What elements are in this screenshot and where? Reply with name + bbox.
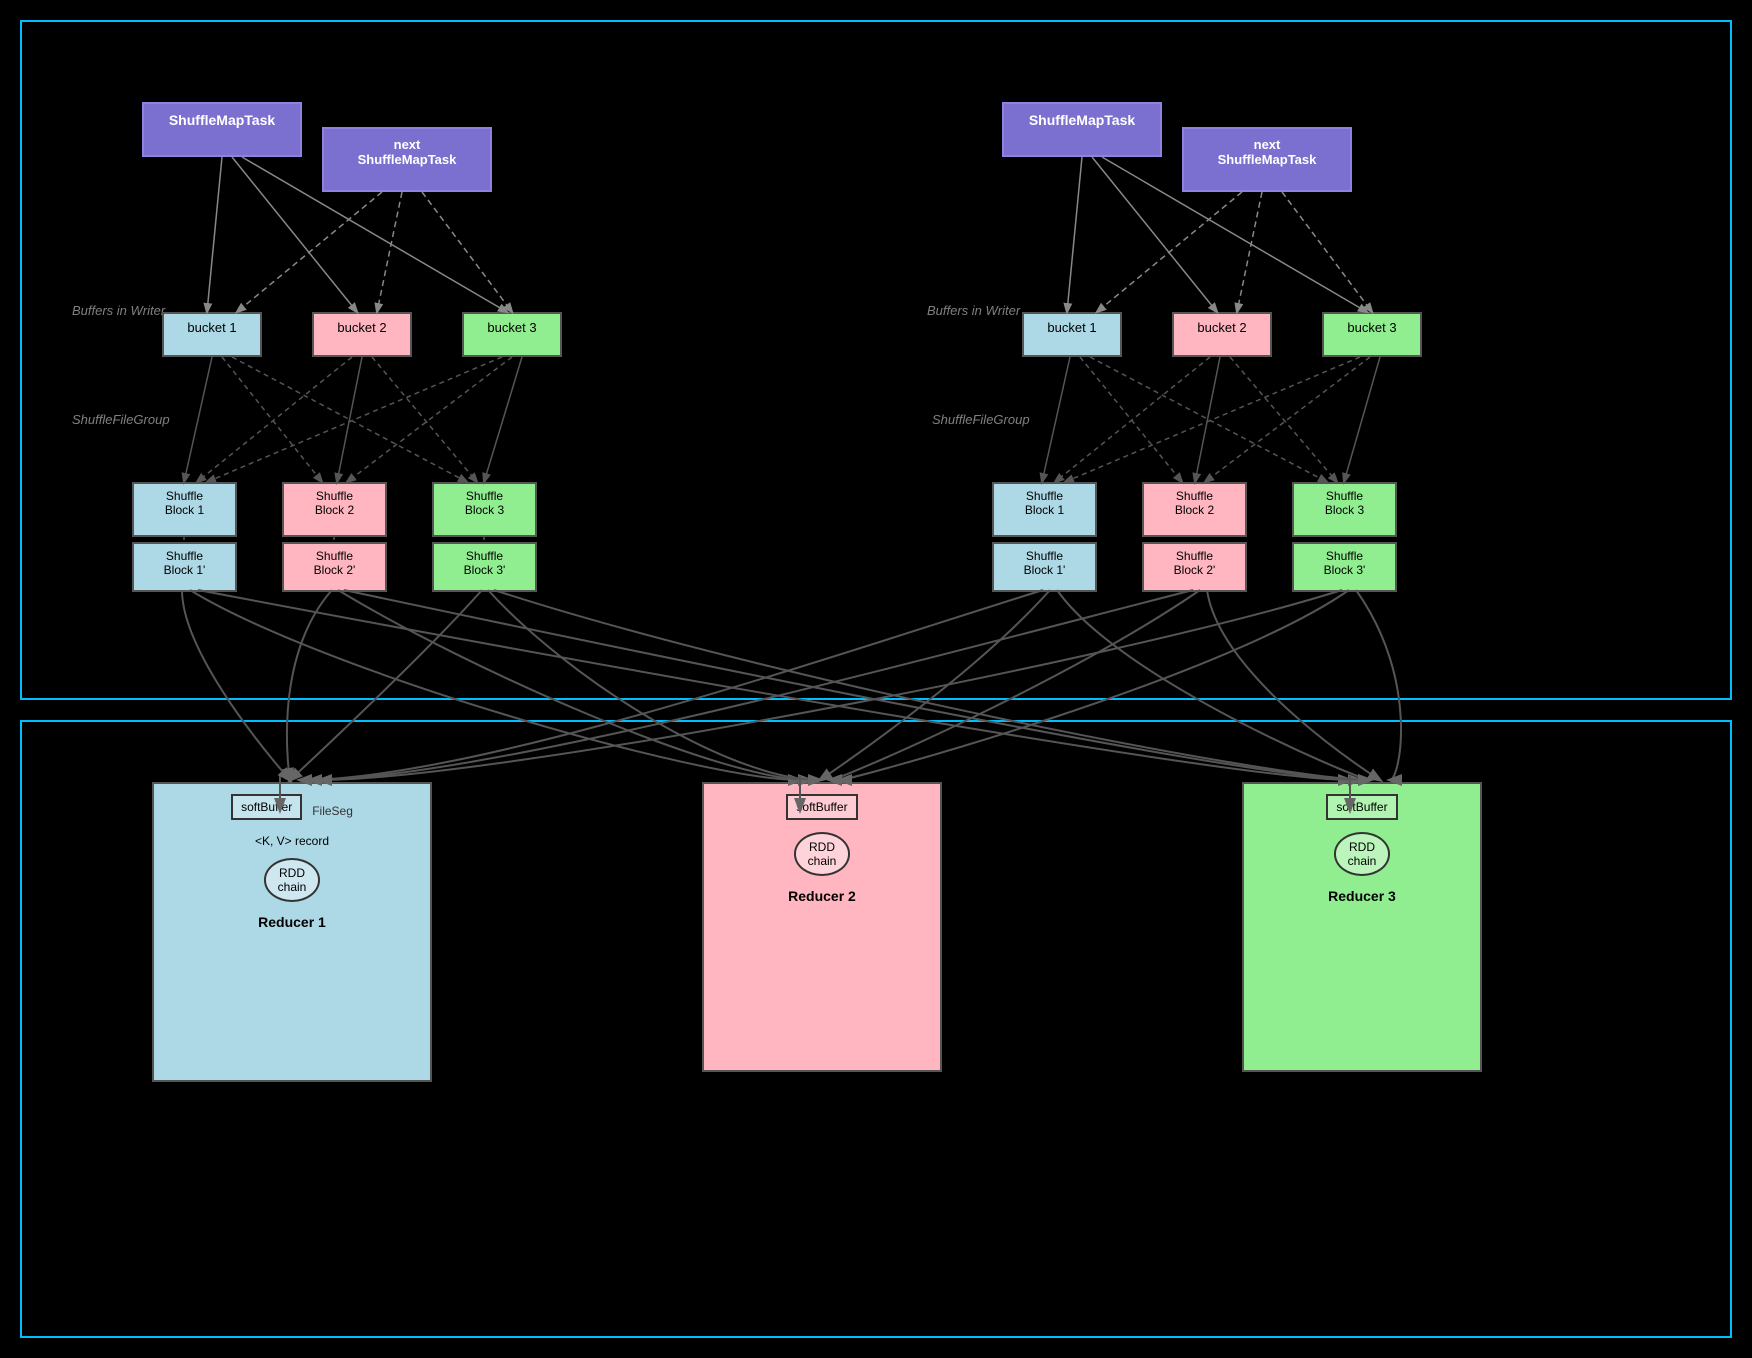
left-shuffle-block-2-top: ShuffleBlock 2 [282, 482, 387, 537]
left-shuffle-block-1-top: ShuffleBlock 1 [132, 482, 237, 537]
reducer2-rdd: RDDchain [794, 832, 851, 876]
right-shuffle-block-1-bottom: ShuffleBlock 1' [992, 542, 1097, 592]
left-shuffle-map-task-1: ShuffleMapTask [142, 102, 302, 157]
right-bucket-2: bucket 2 [1172, 312, 1272, 357]
right-shuffle-block-2-bottom: ShuffleBlock 2' [1142, 542, 1247, 592]
reducer3-soft-buffer: softBuffer [1326, 794, 1397, 820]
left-shuffle-block-2-bottom: ShuffleBlock 2' [282, 542, 387, 592]
right-buffers-annotation: Buffers in Writer [927, 302, 1020, 320]
right-next-shuffle-map-task: nextShuffleMapTask [1182, 127, 1352, 192]
reducer-3: softBuffer RDDchain Reducer 3 [1242, 782, 1482, 1072]
reducer1-label: Reducer 1 [258, 914, 326, 930]
left-bucket-1: bucket 1 [162, 312, 262, 357]
left-sfg-annotation: ShuffleFileGroup [72, 412, 170, 427]
reducer-2: softBuffer RDDchain Reducer 2 [702, 782, 942, 1072]
reducer1-kv: <K, V> record [255, 834, 329, 848]
reducer1-rdd: RDDchain [264, 858, 321, 902]
left-bucket-3: bucket 3 [462, 312, 562, 357]
left-shuffle-block-3-top: ShuffleBlock 3 [432, 482, 537, 537]
right-bucket-3: bucket 3 [1322, 312, 1422, 357]
left-next-shuffle-map-task: nextShuffleMapTask [322, 127, 492, 192]
reducer2-soft-buffer: softBuffer [786, 794, 857, 820]
reducer3-label: Reducer 3 [1328, 888, 1396, 904]
left-buffers-annotation: Buffers in Writer [72, 302, 165, 320]
reducer1-fileseg: FileSeg [312, 804, 353, 818]
bottom-section-box: softBuffer FileSeg <K, V> record RDDchai… [20, 720, 1732, 1338]
right-shuffle-map-task-1: ShuffleMapTask [1002, 102, 1162, 157]
top-section-box: ShuffleMapTask nextShuffleMapTask Buffer… [20, 20, 1732, 700]
left-shuffle-block-3-bottom: ShuffleBlock 3' [432, 542, 537, 592]
reducer3-rdd: RDDchain [1334, 832, 1391, 876]
right-sfg-annotation: ShuffleFileGroup [932, 412, 1030, 427]
left-bucket-2: bucket 2 [312, 312, 412, 357]
right-shuffle-block-2-top: ShuffleBlock 2 [1142, 482, 1247, 537]
right-shuffle-block-3-top: ShuffleBlock 3 [1292, 482, 1397, 537]
right-shuffle-block-3-bottom: ShuffleBlock 3' [1292, 542, 1397, 592]
reducer-1: softBuffer FileSeg <K, V> record RDDchai… [152, 782, 432, 1082]
right-shuffle-block-1-top: ShuffleBlock 1 [992, 482, 1097, 537]
reducer2-label: Reducer 2 [788, 888, 856, 904]
main-container: ShuffleMapTask nextShuffleMapTask Buffer… [20, 20, 1732, 1338]
reducer1-soft-buffer: softBuffer [231, 794, 302, 820]
right-bucket-1: bucket 1 [1022, 312, 1122, 357]
left-shuffle-block-1-bottom: ShuffleBlock 1' [132, 542, 237, 592]
